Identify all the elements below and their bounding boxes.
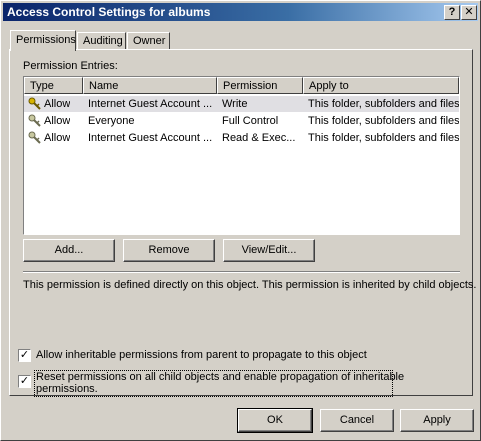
tab-permissions-label: Permissions (16, 34, 76, 46)
permission-description: This permission is defined directly on t… (23, 279, 477, 291)
cell-type: Allow (44, 132, 71, 144)
cell-type: Allow (44, 115, 71, 127)
allow-inheritable-label[interactable]: Allow inheritable permissions from paren… (36, 349, 367, 361)
table-row[interactable]: Allow Internet Guest Account ... Read & … (24, 130, 459, 146)
tab-auditing-label: Auditing (83, 35, 123, 47)
tab-permissions[interactable]: Permissions (10, 30, 76, 51)
remove-button[interactable]: Remove (123, 239, 215, 262)
add-button[interactable]: Add... (23, 239, 115, 262)
cell-name: Internet Guest Account ... (88, 98, 213, 110)
table-row[interactable]: Allow Internet Guest Account ... Write T… (24, 96, 459, 112)
key-icon (28, 131, 41, 144)
key-icon (28, 114, 41, 127)
cell-name: Everyone (88, 115, 135, 127)
cell-apply-to: This folder, subfolders and files (308, 98, 460, 110)
cell-type: Allow (44, 98, 71, 110)
help-button[interactable]: ? (444, 5, 460, 20)
column-header-apply-to[interactable]: Apply to (303, 77, 459, 94)
column-header-permission[interactable]: Permission (217, 77, 303, 94)
ok-button[interactable]: OK (237, 408, 313, 433)
tab-owner[interactable]: Owner (127, 32, 170, 49)
apply-button[interactable]: Apply (400, 409, 474, 432)
column-header-type[interactable]: Type (24, 77, 83, 94)
key-icon (28, 97, 41, 110)
cell-apply-to: This folder, subfolders and files (308, 115, 460, 127)
reset-permissions-label-line1[interactable]: Reset permissions on all child objects a… (36, 371, 404, 383)
title-bar[interactable]: Access Control Settings for albums ? ✕ (3, 3, 478, 21)
table-row[interactable]: Allow Everyone Full Control This folder,… (24, 113, 459, 129)
window-title: Access Control Settings for albums (7, 5, 211, 19)
permission-entries-label: Permission Entries: (23, 60, 118, 72)
reset-permissions-label-line2[interactable]: permissions. (36, 383, 98, 395)
cell-name: Internet Guest Account ... (88, 132, 213, 144)
list-header: Type Name Permission Apply to (24, 77, 459, 94)
cell-apply-to: This folder, subfolders and files (308, 132, 460, 144)
tab-owner-label: Owner (133, 35, 166, 47)
view-edit-button[interactable]: View/Edit... (223, 239, 315, 262)
column-header-name[interactable]: Name (83, 77, 217, 94)
reset-permissions-checkbox[interactable]: ✓ (18, 375, 31, 388)
cell-permission: Write (222, 98, 248, 110)
close-button[interactable]: ✕ (461, 5, 477, 20)
checkmark-icon: ✓ (19, 349, 30, 361)
cell-permission: Read & Exec... (222, 132, 296, 144)
tab-auditing[interactable]: Auditing (77, 32, 126, 49)
dialog-window: Access Control Settings for albums ? ✕ P… (0, 0, 481, 441)
allow-inheritable-checkbox[interactable]: ✓ (18, 349, 31, 362)
cancel-button[interactable]: Cancel (320, 409, 394, 432)
permission-entries-list[interactable]: Type Name Permission Apply to Allow Inte… (23, 76, 460, 235)
cell-permission: Full Control (222, 115, 279, 127)
separator (23, 271, 460, 273)
checkmark-icon: ✓ (19, 375, 30, 387)
